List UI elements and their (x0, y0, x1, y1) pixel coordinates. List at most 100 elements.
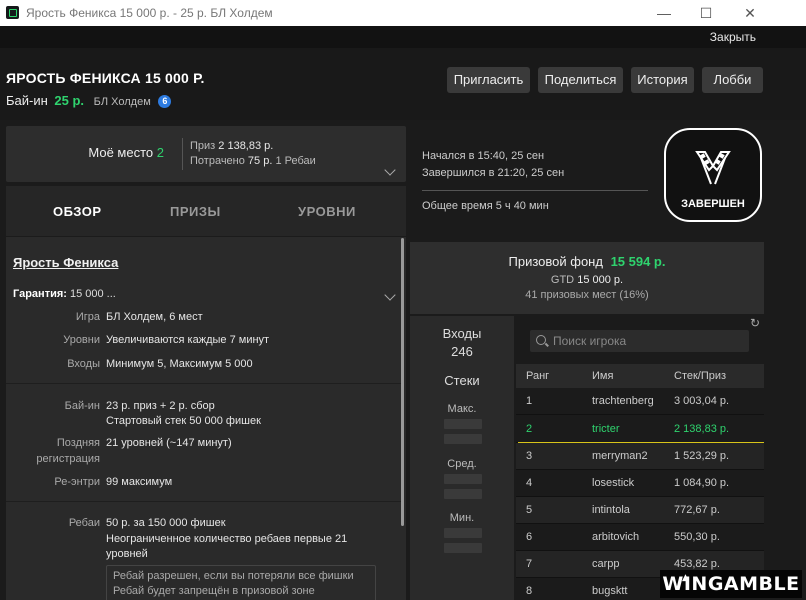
row-value-2: Неограниченное количество ребаев первые … (106, 533, 348, 545)
maximize-icon[interactable]: ☐ (696, 3, 716, 23)
prize-cell: 1 523,29 р. (674, 450, 730, 462)
lobby-button[interactable]: Лобби (702, 67, 763, 93)
rank-cell: 3 (526, 450, 533, 462)
buyin-line: Бай-ин 25 р. БЛ Холдем 6 (6, 93, 172, 108)
tab-levels[interactable]: УРОВНИ (298, 204, 356, 219)
name-cell: bugsktt (592, 585, 628, 597)
column-header-rank[interactable]: Ранг (526, 370, 549, 382)
prize-pool-label: Призовой фонд (508, 254, 603, 269)
divider (6, 501, 401, 502)
gtd-value: 15 000 р. (577, 274, 624, 286)
minimize-icon[interactable]: — (654, 3, 674, 23)
guarantee-label: Гарантия: (13, 288, 67, 300)
guarantee-line: Гарантия: 15 000 ... (13, 288, 116, 300)
row-label: Ребаи (68, 517, 100, 529)
app-icon (6, 6, 19, 19)
close-link[interactable]: Закрыть (710, 30, 756, 44)
max-stack-placeholder (444, 419, 482, 429)
row-label: Бай-ин (64, 400, 100, 412)
row-value: Минимум 5, Максимум 5 000 (106, 358, 253, 370)
prize-pool-value: 15 594 р. (610, 254, 666, 269)
rebuy-note: Ребай разрешен, если вы потеряли все фиш… (106, 565, 376, 600)
rank-cell: 6 (526, 531, 533, 543)
name-cell: carpp (592, 558, 620, 570)
max-stack-placeholder (444, 434, 482, 444)
column-header-prize[interactable]: Стек/Приз (674, 370, 726, 382)
gtd-line: GTD 15 000 р. (410, 274, 764, 286)
divider (422, 190, 648, 191)
table-row[interactable]: 1 trachtenberg 3 003,04 р. (516, 388, 764, 415)
table-row[interactable]: 5 intintola 772,67 р. (516, 497, 764, 524)
checkered-flags-icon (695, 151, 731, 185)
search-input[interactable]: Поиск игрока (553, 334, 626, 348)
rank-cell: 7 (526, 558, 533, 570)
close-bar: Закрыть (0, 26, 806, 48)
rank-cell: 4 (526, 477, 533, 489)
avg-stack-label: Сред. (447, 458, 477, 470)
prize-value: 2 138,83 р. (218, 140, 274, 152)
spent-label: Потрачено (190, 155, 245, 167)
table-row[interactable]: 3 merryman2 1 523,29 р. (516, 443, 764, 470)
note-line: Ребай разрешен, если вы потеряли все фиш… (113, 570, 354, 582)
players-panel: ↻ Поиск игрока Ранг Имя Стек/Приз 1 trac… (516, 316, 764, 600)
name-cell: arbitovich (592, 531, 640, 543)
finished-badge-label: ЗАВЕРШЕН (681, 198, 745, 210)
refresh-icon[interactable]: ↻ (750, 316, 760, 330)
stats-panel: Входы 246 Стеки Макс. Сред. Мин. (410, 316, 514, 600)
table-row-current-player[interactable]: 2 tricter 2 138,83 р. (516, 416, 764, 444)
player-search[interactable]: Поиск игрока (530, 330, 749, 352)
name-cell: merryman2 (592, 450, 648, 462)
gtd-label: GTD (550, 274, 575, 286)
row-label: Уровни (63, 334, 100, 346)
table-header: Ранг Имя Стек/Приз (516, 364, 764, 388)
my-seat-label: Моё место (88, 145, 154, 160)
chevron-down-icon[interactable] (384, 164, 396, 176)
row-value-2: Стартовый стек 50 000 фишек (106, 415, 261, 427)
overview-scrollbar[interactable] (401, 238, 404, 526)
tab-prizes[interactable]: ПРИЗЫ (170, 204, 221, 219)
game-type: БЛ Холдем (93, 96, 151, 108)
tournament-title: ЯРОСТЬ ФЕНИКСА 15 000 Р. (6, 70, 205, 86)
my-seat: Моё место 2 (88, 145, 164, 160)
tab-overview[interactable]: ОБЗОР (53, 204, 102, 219)
window-titlebar: Ярость Феникса 15 000 р. - 25 р. БЛ Холд… (0, 0, 806, 26)
row-label: Игра (75, 311, 100, 323)
divider (182, 138, 183, 170)
history-button[interactable]: История (631, 67, 694, 93)
total-time: Общее время 5 ч 40 мин (422, 200, 549, 212)
row-value: 21 уровней (~147 минут) (106, 437, 232, 449)
row-label: Поздняя (56, 437, 100, 449)
row-value: БЛ Холдем, 6 мест (106, 311, 203, 323)
tab-bar: ОБЗОР ПРИЗЫ УРОВНИ (6, 186, 406, 236)
table-row[interactable]: 4 losestick 1 084,90 р. (516, 470, 764, 497)
prize-cell: 1 084,90 р. (674, 477, 730, 489)
table-row[interactable]: 6 arbitovich 550,30 р. (516, 524, 764, 551)
chevron-down-icon[interactable] (384, 289, 396, 301)
row-value: Увеличиваются каждые 7 минут (106, 334, 270, 346)
prize-pool-panel: Призовой фонд 15 594 р. GTD 15 000 р. 41… (410, 242, 764, 314)
column-header-name[interactable]: Имя (592, 370, 613, 382)
name-cell: tricter (592, 423, 620, 435)
status-panel: Начался в 15:40, 25 сен Завершился в 21:… (410, 120, 764, 238)
rank-cell: 5 (526, 504, 533, 516)
entries-label: Входы (442, 326, 482, 341)
close-icon[interactable]: ✕ (740, 3, 760, 23)
prize-pool-line: Призовой фонд 15 594 р. (410, 254, 764, 269)
rebuys-count: 1 Ребаи (275, 155, 316, 167)
name-cell: intintola (592, 504, 630, 516)
row-label: Входы (67, 358, 100, 370)
entries-value: 246 (451, 344, 473, 359)
info-badge[interactable]: 6 (158, 95, 172, 108)
share-button[interactable]: Поделиться (538, 67, 623, 93)
tournament-header: ЯРОСТЬ ФЕНИКСА 15 000 Р. Бай-ин 25 р. БЛ… (0, 48, 806, 120)
guarantee-value: 15 000 ... (69, 288, 116, 300)
prize-cell: 3 003,04 р. (674, 395, 730, 407)
row-value-3: уровней (106, 548, 148, 560)
my-seat-panel[interactable]: Моё место 2 Приз 2 138,83 р. Потрачено 7… (6, 126, 406, 182)
avg-stack-placeholder (444, 489, 482, 499)
invite-button[interactable]: Пригласить (447, 67, 530, 93)
paid-places: 41 призовых мест (16%) (525, 289, 649, 301)
wingamble-watermark: ▲ WINGAMBLE (660, 570, 802, 598)
overview-title[interactable]: Ярость Феникса (13, 255, 118, 270)
buyin-label: Бай-ин (6, 93, 48, 108)
